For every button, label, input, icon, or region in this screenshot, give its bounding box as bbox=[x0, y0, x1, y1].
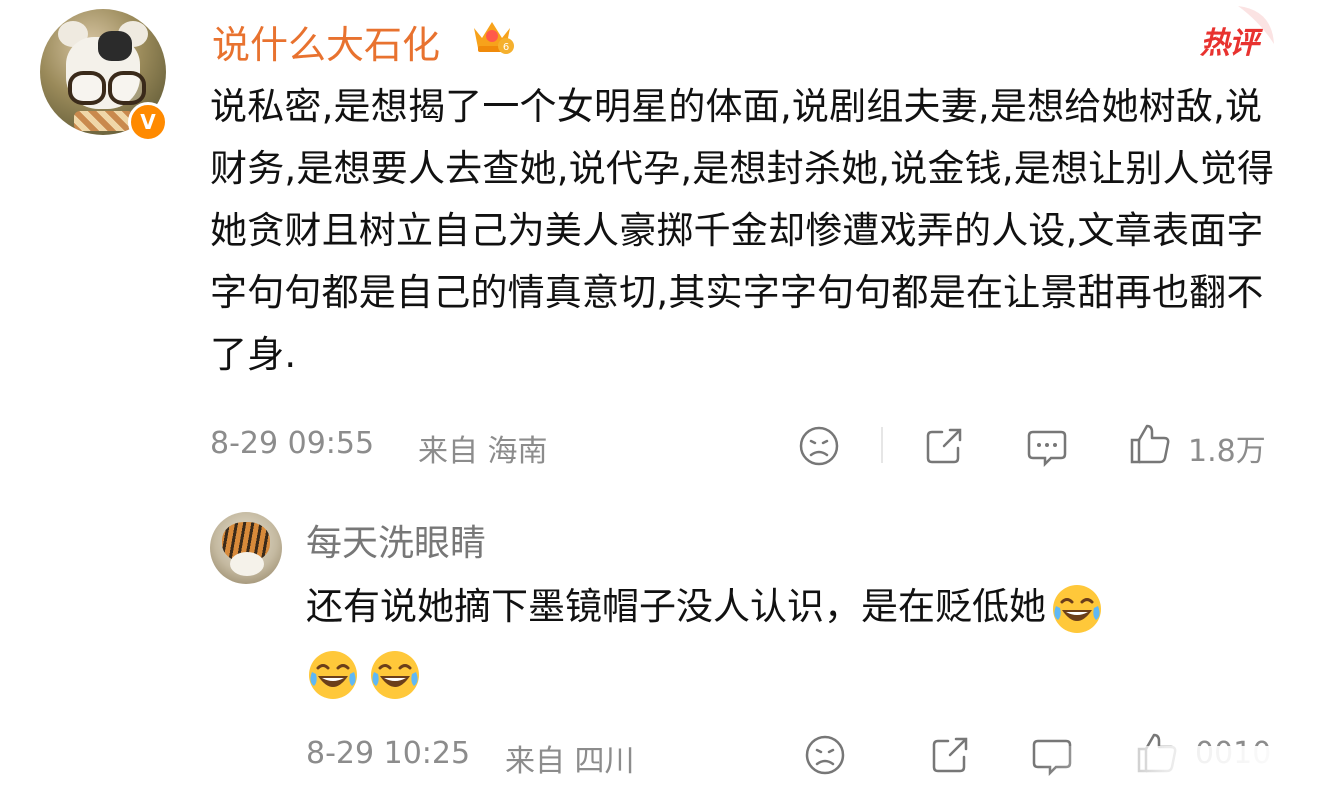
avatar-glasses bbox=[108, 71, 146, 105]
avatar-scarf bbox=[74, 111, 134, 131]
verified-badge: V bbox=[128, 102, 168, 142]
svg-text:6: 6 bbox=[503, 42, 509, 53]
tears-of-joy-emoji bbox=[1053, 584, 1101, 633]
reply-text: 还有说她摘下墨镜帽子没人认识，是在贬低她 bbox=[306, 585, 1046, 628]
avatar-patch bbox=[98, 31, 132, 61]
like-icon[interactable] bbox=[1128, 422, 1172, 466]
tears-of-joy-emoji bbox=[309, 650, 357, 699]
like-count: 1.8万 bbox=[1188, 434, 1266, 469]
dislike-icon[interactable] bbox=[803, 733, 847, 777]
avatar-cub bbox=[230, 552, 264, 576]
avatar-glasses bbox=[68, 71, 106, 105]
reply-comment-text: 还有说她摘下墨镜帽子没人认识，是在贬低她 bbox=[306, 574, 1286, 706]
share-icon[interactable] bbox=[922, 424, 966, 468]
action-divider bbox=[881, 427, 883, 463]
bottom-fade-overlay bbox=[1040, 746, 1320, 801]
reply-location: 来自 四川 bbox=[505, 744, 635, 779]
crown-level-icon: 6 bbox=[474, 22, 514, 54]
main-comment-timestamp: 8-29 09:55 bbox=[210, 426, 375, 461]
reply-commenter-username[interactable]: 每天洗眼睛 bbox=[306, 514, 486, 566]
reply-timestamp: 8-29 10:25 bbox=[306, 736, 471, 771]
reply-commenter-avatar[interactable] bbox=[210, 512, 282, 584]
main-commenter-username[interactable]: 说什么大石化 bbox=[212, 14, 440, 69]
comment-icon[interactable] bbox=[1025, 424, 1069, 468]
tears-of-joy-emoji bbox=[371, 650, 419, 699]
dislike-icon[interactable] bbox=[797, 424, 841, 468]
hot-comment-label: 热评 bbox=[1200, 26, 1259, 61]
main-comment-text: 说私密,是想揭了一个女明星的体面,说剧组夫妻,是想给她树敌,说财务,是想要人去查… bbox=[210, 85, 1275, 376]
main-comment-location: 来自 海南 bbox=[418, 434, 548, 469]
share-icon[interactable] bbox=[928, 733, 972, 777]
